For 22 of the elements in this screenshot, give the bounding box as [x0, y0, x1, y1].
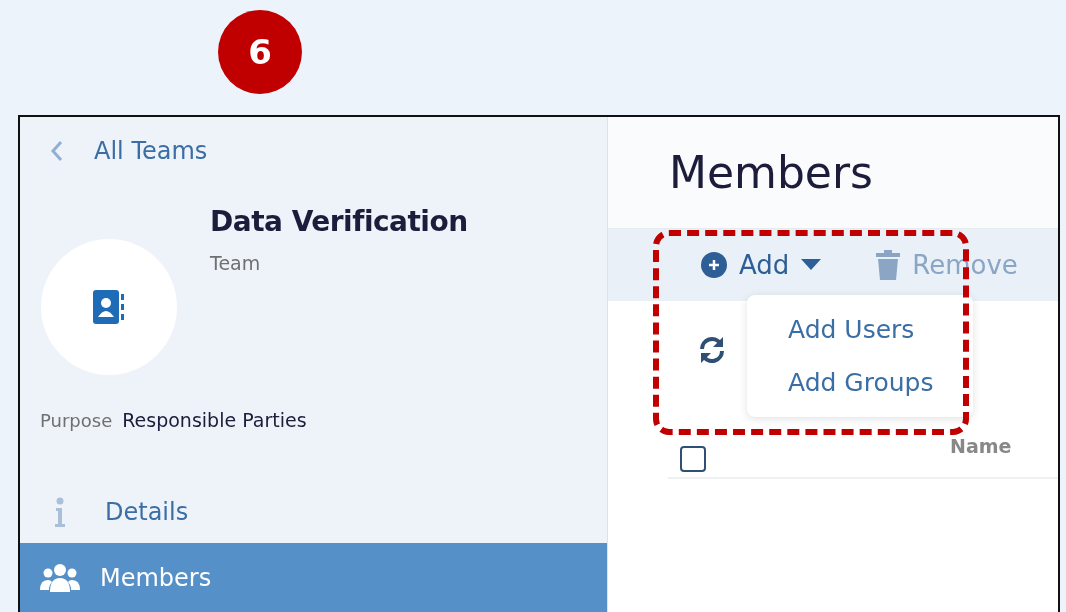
chevron-left-icon — [50, 139, 64, 163]
menu-item[interactable]: Add Groups — [747, 356, 973, 409]
caret-down-icon — [801, 259, 822, 271]
team-name: Data Verification — [210, 205, 468, 238]
menu-item[interactable]: Add Users — [747, 303, 973, 356]
sidebar-item[interactable]: Details — [20, 481, 607, 543]
purpose-label: Purpose — [40, 410, 113, 431]
select-all-checkbox[interactable] — [680, 446, 706, 472]
trash-icon — [876, 250, 901, 280]
info-icon — [53, 497, 67, 527]
step-number-badge: 6 — [218, 10, 302, 94]
page-title: Members — [669, 147, 873, 198]
refresh-icon[interactable] — [697, 335, 727, 365]
add-button[interactable]: Add — [701, 250, 822, 280]
people-icon — [40, 564, 80, 592]
back-link[interactable]: All Teams — [20, 117, 607, 165]
purpose-value: Responsible Parties — [122, 409, 307, 431]
sidebar-item[interactable]: Members — [20, 543, 607, 612]
column-header[interactable]: Name — [950, 435, 1012, 457]
address-book-icon — [93, 290, 125, 324]
team-type: Team — [210, 252, 262, 274]
plus-circle-icon — [701, 252, 727, 278]
